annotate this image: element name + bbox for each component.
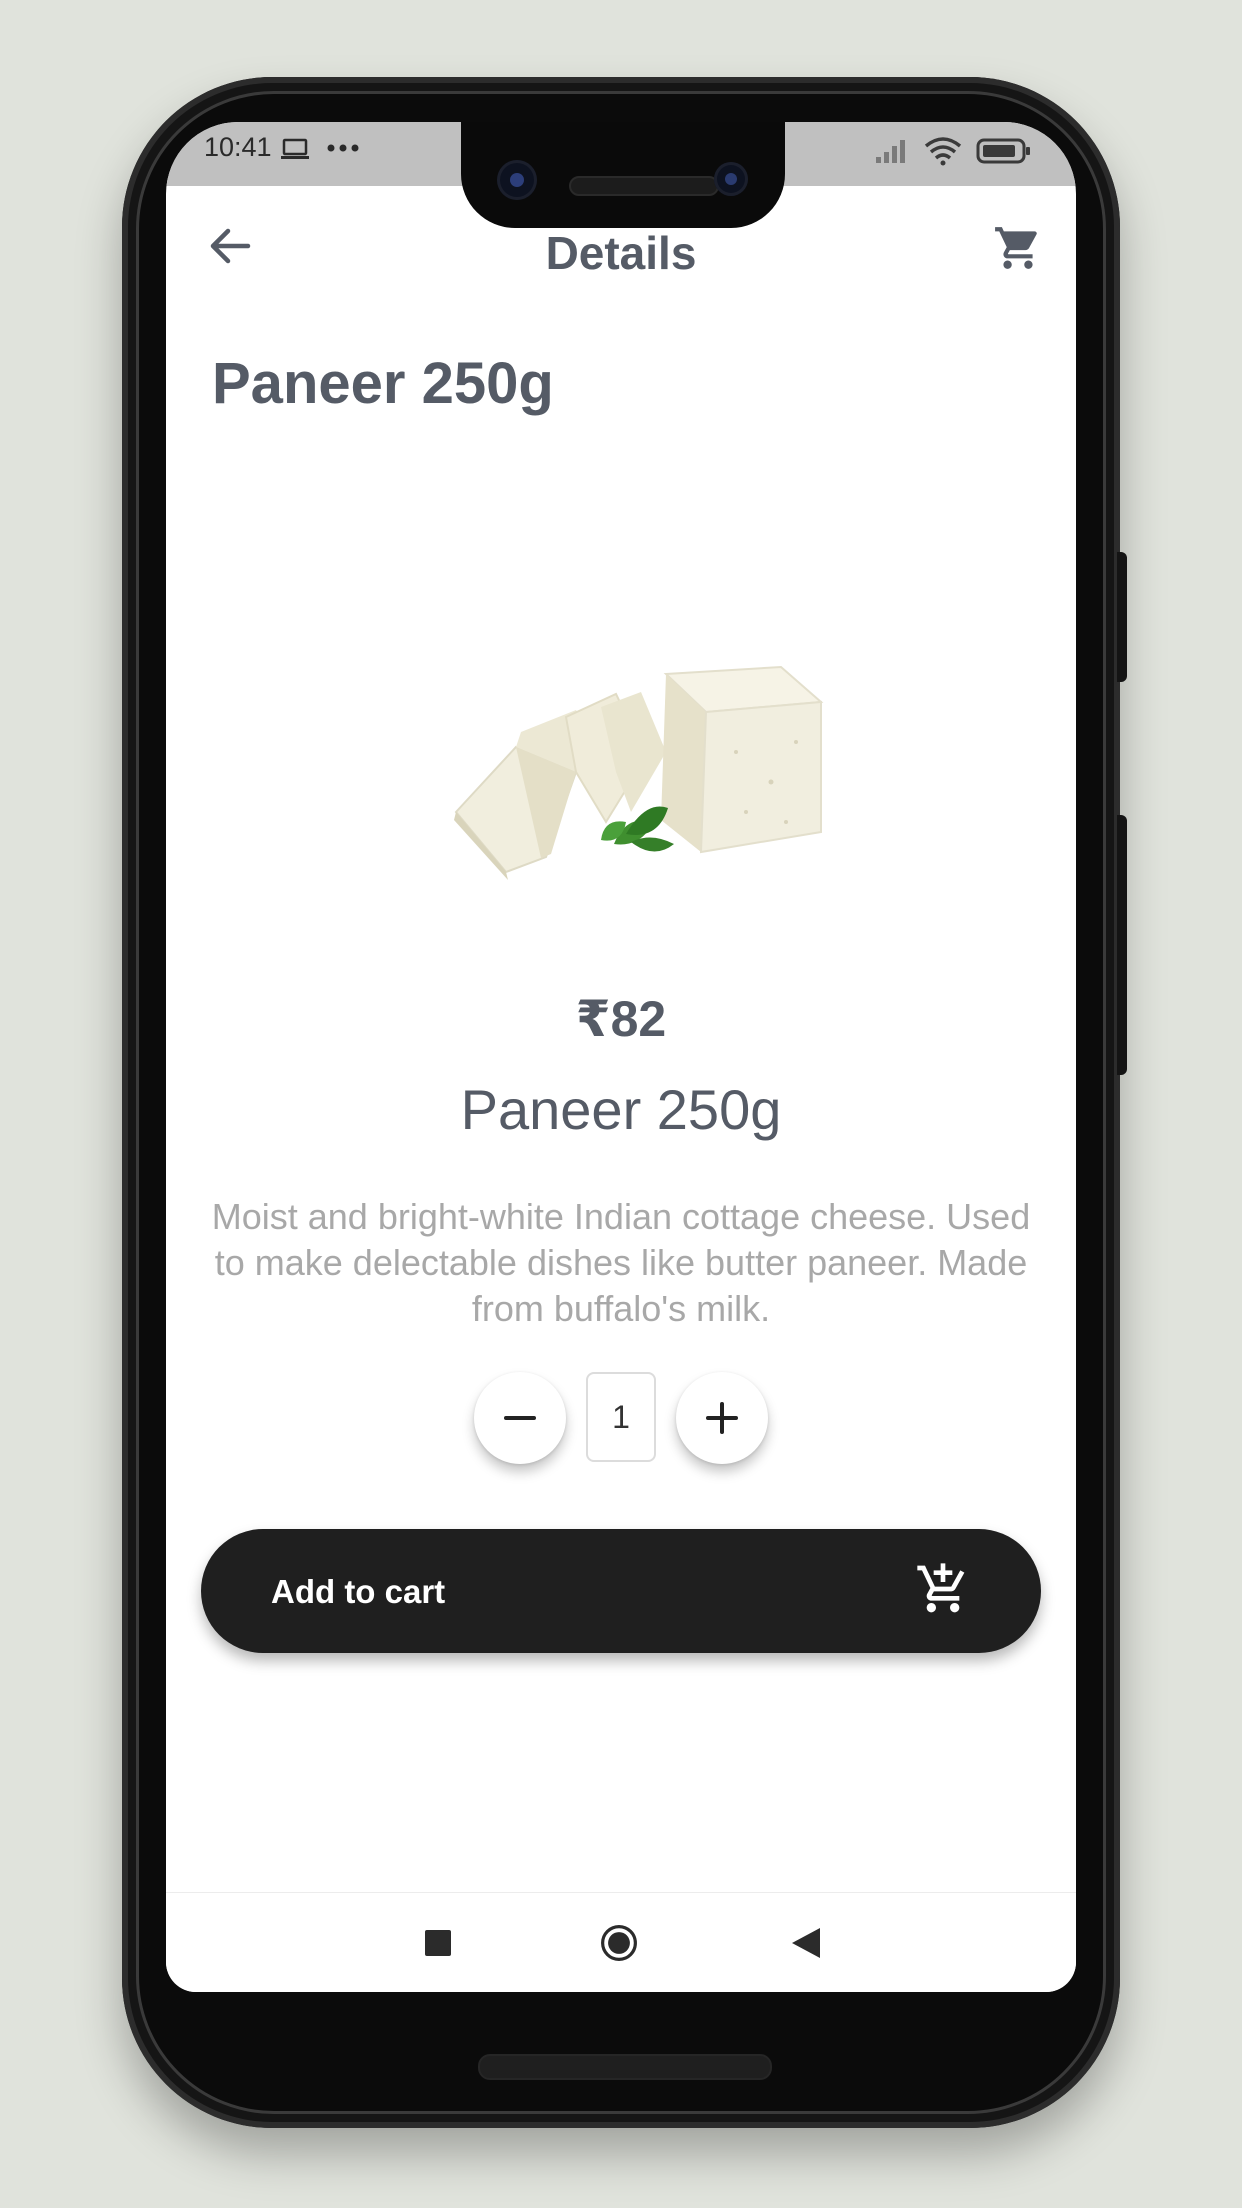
increment-button[interactable]	[676, 1372, 768, 1464]
phone-volume-button	[1117, 815, 1127, 1075]
home-button[interactable]	[599, 1923, 639, 1963]
add-to-cart-button[interactable]: Add to cart	[201, 1529, 1041, 1653]
more-dots-icon	[326, 124, 360, 172]
battery-icon	[976, 137, 1032, 170]
quantity-stepper: 1	[166, 1372, 1076, 1464]
recents-button[interactable]	[418, 1923, 458, 1963]
screen: 10:41 Details Paneer 250g ₹82 Paneer 250…	[166, 122, 1076, 1992]
plus-icon	[706, 1402, 738, 1434]
paneer-product-image	[426, 582, 826, 927]
recents-square-icon	[425, 1930, 451, 1956]
quantity-value[interactable]: 1	[586, 1372, 656, 1462]
decrement-button[interactable]	[474, 1372, 566, 1464]
product-description: Moist and bright-white Indian cottage ch…	[211, 1196, 1031, 1329]
wifi-icon	[924, 136, 962, 171]
product-price: ₹82	[575, 991, 667, 1047]
status-time: 10:41	[204, 132, 272, 162]
minus-icon	[504, 1416, 536, 1420]
system-back-button[interactable]	[786, 1923, 826, 1963]
back-triangle-icon	[792, 1928, 820, 1958]
phone-power-button	[1117, 552, 1127, 682]
add-to-cart-label: Add to cart	[271, 1573, 446, 1610]
home-circle-icon	[601, 1925, 637, 1961]
laptop-icon	[280, 138, 310, 165]
shopping-cart-icon	[995, 227, 1037, 269]
page-title-details: Details	[545, 227, 697, 279]
product-heading: Paneer 250g	[212, 351, 554, 416]
signal-icon	[874, 137, 910, 170]
app-bar: Details	[166, 186, 1076, 306]
product-name: Paneer 250g	[460, 1078, 782, 1141]
add-shopping-cart-icon	[915, 1561, 971, 1622]
system-navigation-bar	[166, 1892, 1076, 1992]
cart-button[interactable]	[990, 220, 1046, 276]
phone-chin-speaker	[478, 2054, 772, 2080]
